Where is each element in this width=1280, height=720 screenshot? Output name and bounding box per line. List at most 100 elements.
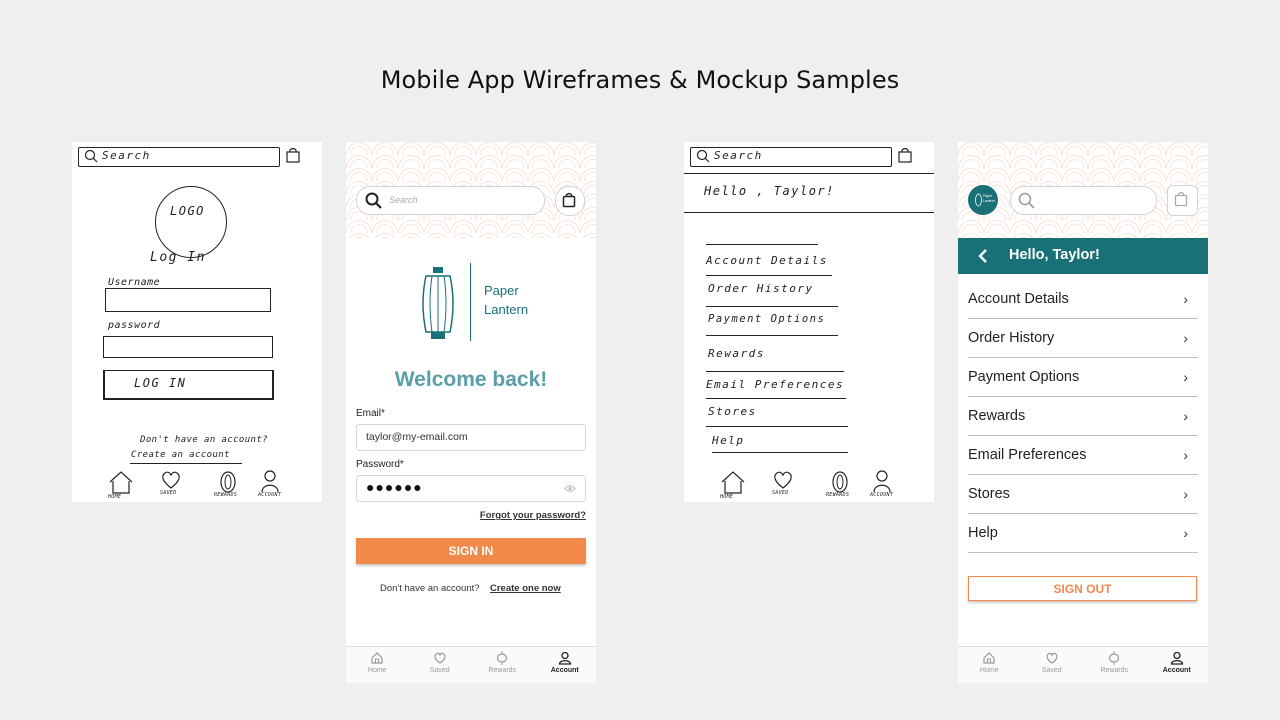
account-icon[interactable] bbox=[872, 469, 892, 493]
eye-icon[interactable] bbox=[564, 484, 576, 493]
password-label: Password* bbox=[356, 459, 404, 470]
nav-label-account: ACCOUNT bbox=[258, 492, 282, 498]
nav-label-home: Home bbox=[979, 667, 999, 674]
shopping-bag-icon bbox=[562, 192, 576, 208]
menu-divider bbox=[706, 244, 818, 245]
login-button-label: LOG IN bbox=[134, 376, 187, 390]
nav-account[interactable]: Account bbox=[1146, 647, 1209, 683]
menu-item-payment-options[interactable]: Payment Options bbox=[708, 313, 825, 325]
sign-in-button[interactable]: SIGN IN bbox=[356, 538, 586, 564]
email-value: taylor@my-email.com bbox=[366, 431, 468, 443]
menu-item-email-preferences[interactable]: Email Preferences bbox=[706, 378, 844, 391]
logo-placeholder bbox=[155, 186, 227, 258]
heart-icon[interactable] bbox=[772, 470, 794, 490]
home-icon[interactable] bbox=[108, 470, 134, 494]
search-icon bbox=[1018, 192, 1035, 209]
nav-label-rewards: Rewards bbox=[1100, 667, 1129, 674]
username-field[interactable] bbox=[105, 288, 271, 312]
menu-item-email-preferences[interactable]: Email Preferences › bbox=[968, 436, 1198, 475]
menu-item-order-history[interactable]: Order History bbox=[708, 282, 814, 295]
nav-label-rewards: REWARDS bbox=[214, 492, 238, 498]
search-icon bbox=[365, 192, 382, 209]
login-button[interactable] bbox=[103, 370, 274, 400]
create-account-link[interactable]: Create an account bbox=[131, 450, 230, 460]
search-placeholder: Search bbox=[714, 149, 763, 162]
menu-item-rewards[interactable]: Rewards bbox=[708, 347, 765, 360]
home-icon[interactable] bbox=[720, 470, 746, 494]
password-field[interactable] bbox=[103, 336, 273, 358]
create-account-link[interactable]: Create one now bbox=[490, 583, 561, 594]
no-account-text: Don't have an account? bbox=[380, 583, 480, 594]
menu-label: Account Details bbox=[968, 291, 1069, 307]
password-label: password bbox=[108, 320, 161, 331]
sign-out-button[interactable]: SIGN OUT bbox=[968, 576, 1197, 601]
menu-divider bbox=[706, 306, 838, 307]
account-icon[interactable] bbox=[260, 469, 280, 493]
rewards-icon[interactable] bbox=[218, 470, 238, 494]
menu-item-payment-options[interactable]: Payment Options › bbox=[968, 358, 1198, 397]
search-icon bbox=[696, 149, 710, 163]
menu-item-stores[interactable]: Stores bbox=[708, 405, 757, 418]
brand-logo[interactable]: Paper Lantern bbox=[968, 185, 998, 215]
menu-item-order-history[interactable]: Order History › bbox=[968, 319, 1198, 358]
menu-label: Help bbox=[968, 525, 998, 541]
chevron-right-icon: › bbox=[1183, 525, 1188, 541]
menu-item-rewards[interactable]: Rewards › bbox=[968, 397, 1198, 436]
nav-label-saved: SAVED bbox=[772, 490, 789, 496]
heart-icon[interactable] bbox=[160, 470, 182, 490]
chevron-right-icon: › bbox=[1183, 447, 1188, 463]
nav-rewards[interactable]: Rewards bbox=[471, 647, 534, 683]
account-icon bbox=[1170, 651, 1183, 665]
login-heading: Log In bbox=[150, 250, 206, 265]
wireframe-account-screen: Search Hello , Taylor! Account Details O… bbox=[684, 142, 934, 502]
nav-label-rewards: Rewards bbox=[488, 667, 517, 674]
menu-label: Rewards bbox=[968, 408, 1026, 424]
menu-item-account-details[interactable]: Account Details › bbox=[968, 280, 1198, 319]
lantern-icon bbox=[497, 651, 508, 665]
menu-label: Stores bbox=[968, 486, 1010, 502]
shopping-bag-icon[interactable] bbox=[286, 147, 300, 163]
chevron-right-icon: › bbox=[1183, 369, 1188, 385]
menu-item-help[interactable]: Help bbox=[712, 434, 745, 447]
menu-divider bbox=[706, 398, 846, 399]
nav-home[interactable]: Home bbox=[958, 647, 1021, 683]
nav-account[interactable]: Account bbox=[534, 647, 597, 683]
mockup-login-screen: Search Paper Lantern Welcome back! Email… bbox=[346, 142, 596, 683]
password-field[interactable]: ●●●●●● bbox=[356, 475, 586, 502]
menu-label: Email Preferences bbox=[968, 447, 1087, 463]
welcome-heading: Welcome back! bbox=[394, 368, 548, 391]
brand-name-line1: Paper bbox=[484, 283, 519, 298]
search-input[interactable] bbox=[356, 186, 545, 215]
greeting: Hello, Taylor! bbox=[1009, 247, 1100, 263]
nav-label-home: HOME bbox=[720, 494, 734, 500]
nav-label-home: Home bbox=[367, 667, 387, 674]
email-field[interactable]: taylor@my-email.com bbox=[356, 424, 586, 451]
heart-icon bbox=[1046, 652, 1058, 664]
nav-home[interactable]: Home bbox=[346, 647, 409, 683]
menu-item-account-details[interactable]: Account Details bbox=[706, 254, 828, 267]
nav-saved[interactable]: Saved bbox=[409, 647, 472, 683]
nav-label-account: Account bbox=[1162, 667, 1191, 674]
menu-divider bbox=[706, 275, 832, 276]
lantern-logo-icon bbox=[422, 267, 454, 339]
menu-divider bbox=[712, 452, 848, 453]
back-arrow-icon[interactable] bbox=[977, 248, 989, 264]
nav-label-saved: Saved bbox=[429, 667, 450, 674]
menu-divider bbox=[706, 335, 838, 336]
search-placeholder: Search bbox=[102, 149, 151, 162]
nav-rewards[interactable]: Rewards bbox=[1083, 647, 1146, 683]
home-icon bbox=[371, 652, 383, 664]
forgot-password-link[interactable]: Forgot your password? bbox=[480, 510, 586, 521]
account-icon bbox=[558, 651, 571, 665]
password-value: ●●●●●● bbox=[366, 479, 423, 495]
menu-item-help[interactable]: Help › bbox=[968, 514, 1198, 553]
nav-saved[interactable]: Saved bbox=[1021, 647, 1084, 683]
email-label: Email* bbox=[356, 408, 385, 419]
home-icon bbox=[983, 652, 995, 664]
menu-item-stores[interactable]: Stores › bbox=[968, 475, 1198, 514]
greeting: Hello , Taylor! bbox=[704, 184, 835, 198]
mockup-account-screen: Paper Lantern Hello, Taylor! Account Det… bbox=[958, 142, 1208, 683]
shopping-bag-icon[interactable] bbox=[898, 147, 912, 163]
brand-logo-text: Paper Lantern bbox=[983, 194, 995, 203]
rewards-icon[interactable] bbox=[830, 470, 850, 494]
